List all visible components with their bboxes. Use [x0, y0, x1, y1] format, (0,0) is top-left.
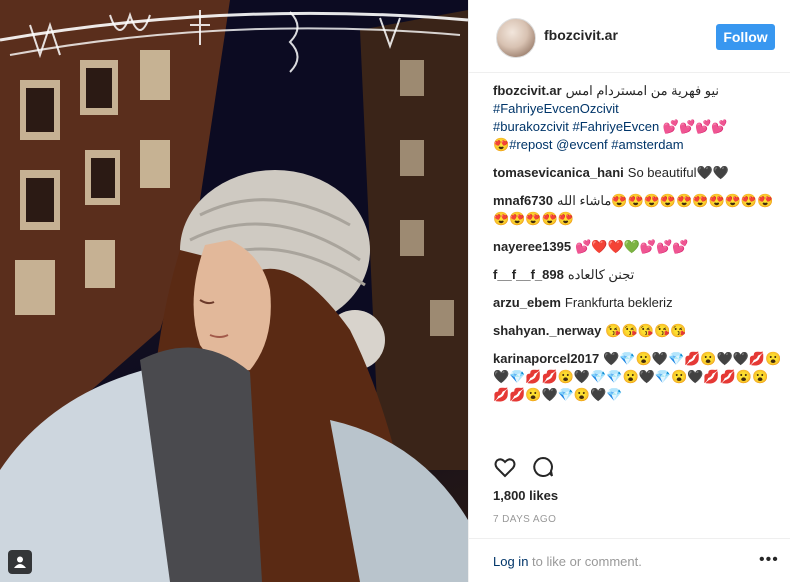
comment-text: 💕❤️❤️💚💕💕💕 — [575, 239, 689, 254]
comment-username[interactable]: karinaporcel2017 — [493, 351, 599, 366]
comment-item: arzu_ebem Frankfurta bekleriz — [493, 294, 783, 312]
likes-count[interactable]: 1,800 likes — [493, 488, 558, 503]
post-actions — [493, 455, 783, 479]
more-options-icon[interactable]: ••• — [759, 551, 779, 569]
comment-text: So beautiful🖤🖤 — [627, 165, 729, 180]
comment-username[interactable]: shahyan._nerway — [493, 323, 601, 338]
comment-item: karinaporcel2017 🖤💎😮🖤💎💋😮🖤🖤💋😮🖤💎💋💋😮🖤💎💎😮🖤💎😮🖤… — [493, 350, 783, 404]
follow-button[interactable]: Follow — [716, 24, 775, 50]
caption-line-4: 😍#repost @evcenf #amsterdam — [493, 136, 783, 154]
post-footer: Log in to like or comment. ••• — [469, 538, 790, 583]
caption-emoji-1: 💕💕💕💕 — [662, 119, 728, 134]
caption-username[interactable]: fbozcivit.ar — [493, 83, 562, 98]
comment-item: tomasevicanica_hani So beautiful🖤🖤 — [493, 164, 783, 182]
caption-emoji-2: 😍 — [493, 137, 510, 152]
person-icon — [14, 556, 26, 568]
avatar[interactable] — [496, 18, 536, 58]
comment-username[interactable]: nayeree1395 — [493, 239, 571, 254]
header-username[interactable]: fbozcivit.ar — [544, 27, 618, 43]
heart-icon[interactable] — [493, 455, 517, 479]
comment-username[interactable]: tomasevicanica_hani — [493, 165, 624, 180]
login-prompt-text: to like or comment. — [528, 554, 642, 569]
comment-text: Frankfurta bekleriz — [564, 295, 673, 310]
comments-list: fbozcivit.ar نيو فهرية من امستردام امس #F… — [493, 82, 783, 414]
comment-text: 😘😘😘😘😘 — [605, 323, 687, 338]
comment-item: shahyan._nerway 😘😘😘😘😘 — [493, 322, 783, 340]
caption-text: نيو فهرية من امستردام امس — [565, 83, 720, 98]
caption-hashtags-1[interactable]: #FahriyeEvcenOzcivit — [493, 100, 783, 118]
login-link[interactable]: Log in — [493, 554, 528, 569]
user-tag-button[interactable] — [8, 550, 32, 574]
comment-username[interactable]: f__f__f_898 — [493, 267, 564, 282]
caption: fbozcivit.ar نيو فهرية من امستردام امس #F… — [493, 82, 783, 154]
comment-icon[interactable] — [531, 455, 555, 479]
comment-username[interactable]: mnaf6730 — [493, 193, 553, 208]
login-prompt: Log in to like or comment. — [493, 554, 642, 569]
post-photo[interactable] — [0, 0, 468, 582]
comment-item: nayeree1395 💕❤️❤️💚💕💕💕 — [493, 238, 783, 256]
post-date[interactable]: 7 DAYS AGO — [493, 514, 556, 525]
caption-hashtags-3[interactable]: #repost @evcenf #amsterdam — [509, 137, 683, 152]
caption-line-3: #burakozcivit #FahriyeEvcen 💕💕💕💕 — [493, 118, 783, 136]
photo-illustration — [0, 0, 468, 582]
caption-hashtags-2[interactable]: #burakozcivit #FahriyeEvcen — [493, 119, 659, 134]
comment-text: تجنن كالعاده — [567, 267, 635, 282]
post-side-panel: fbozcivit.ar Follow fbozcivit.ar نيو فهري… — [468, 0, 790, 582]
comment-item: f__f__f_898 تجنن كالعاده — [493, 266, 783, 284]
post-header: fbozcivit.ar Follow — [469, 0, 790, 73]
comment-username[interactable]: arzu_ebem — [493, 295, 561, 310]
comment-item: mnaf6730 ماشاء الله😍😍😍😍😍😍😍😍😍😍😍😍😍😍😍 — [493, 192, 783, 228]
